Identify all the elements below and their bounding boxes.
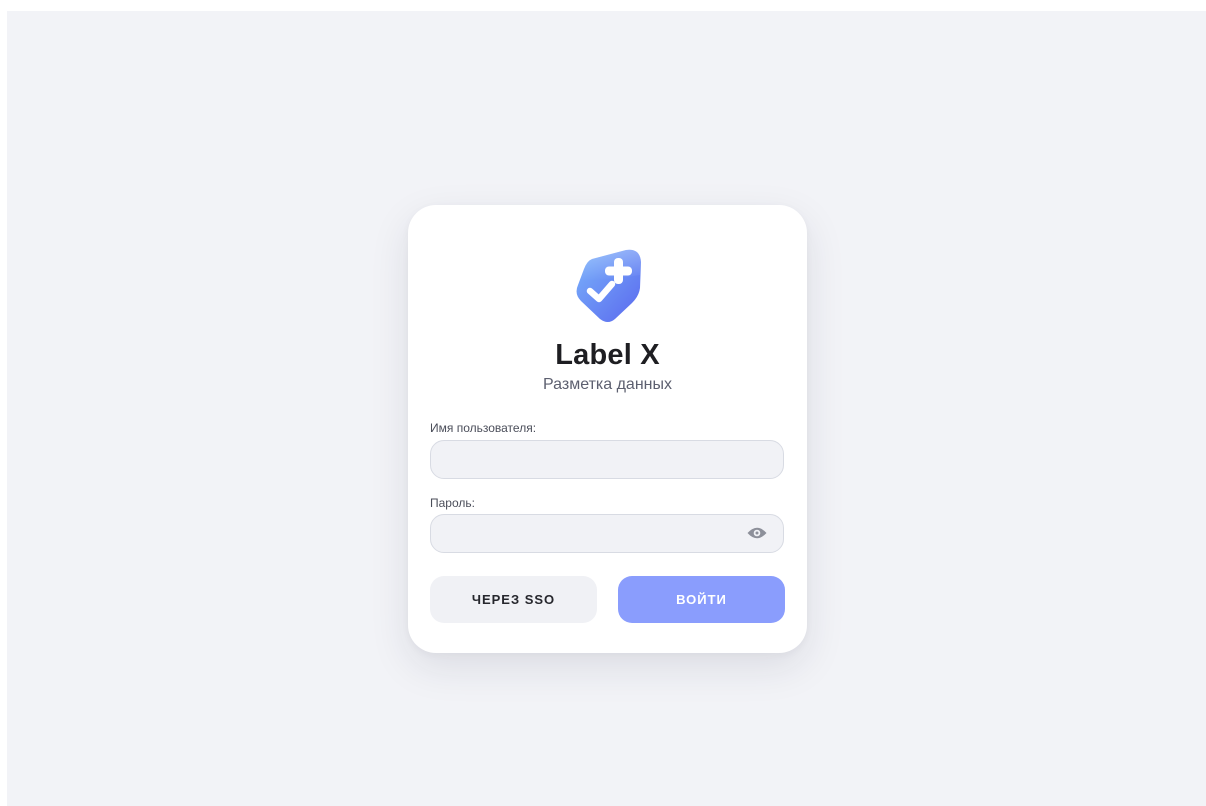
- page-background: Label X Разметка данных Имя пользователя…: [7, 11, 1206, 806]
- password-label: Пароль:: [430, 496, 475, 510]
- sso-login-button[interactable]: ЧЕРЕЗ SSO: [430, 576, 597, 623]
- password-input[interactable]: [430, 514, 784, 553]
- app-logo: [570, 245, 650, 325]
- username-input[interactable]: [430, 440, 784, 479]
- app-subtitle: Разметка данных: [543, 376, 672, 393]
- tag-plus-check-logo-icon: [576, 249, 641, 322]
- app-title: Label X: [555, 339, 660, 371]
- eye-icon[interactable]: [746, 525, 768, 541]
- login-button[interactable]: ВОЙТИ: [618, 576, 785, 623]
- username-label: Имя пользователя:: [430, 421, 537, 435]
- login-card: Label X Разметка данных Имя пользователя…: [408, 205, 807, 653]
